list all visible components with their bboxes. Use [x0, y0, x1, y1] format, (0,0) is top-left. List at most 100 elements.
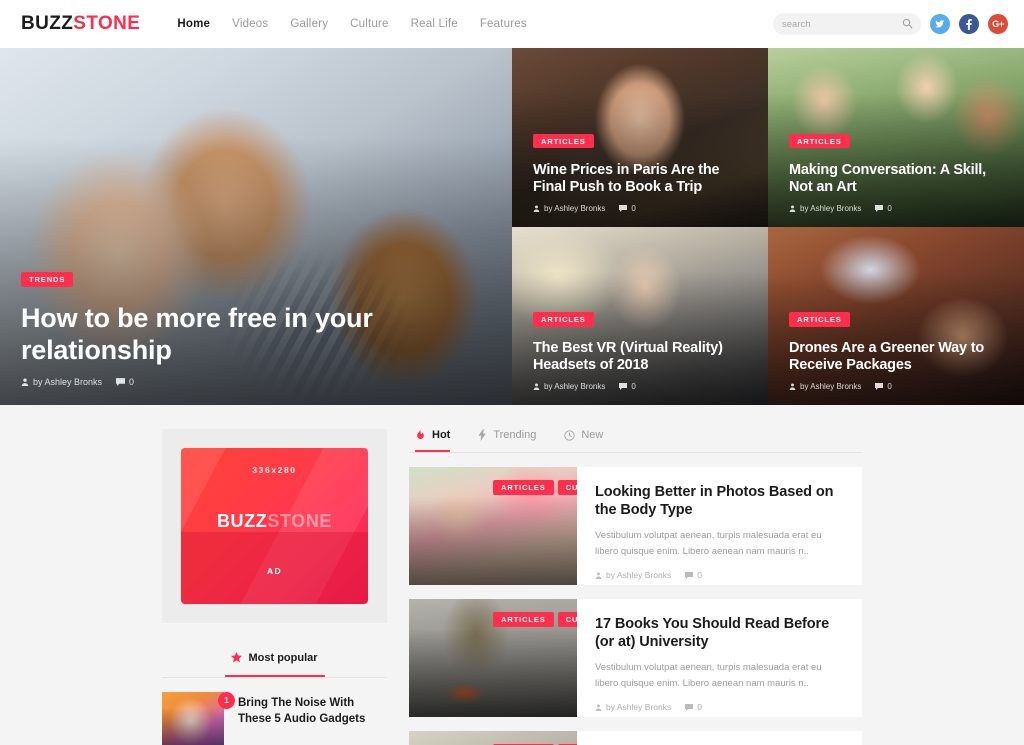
- most-popular-heading: Most popular: [162, 650, 387, 677]
- article-thumb-image: [409, 731, 577, 745]
- hero-card-wine[interactable]: ARTICLES Wine Prices in Paris Are the Fi…: [512, 48, 768, 227]
- tab-hot[interactable]: Hot: [415, 429, 451, 452]
- hero-card-meta: by Ashley Bronks 0: [533, 382, 750, 391]
- comment-count: 0: [129, 377, 135, 387]
- nav-item-culture[interactable]: Culture: [350, 18, 388, 30]
- nav-item-videos[interactable]: Videos: [232, 18, 268, 30]
- nav-item-real-life[interactable]: Real Life: [411, 18, 458, 30]
- article-card[interactable]: ARTICLES CULTURE: [409, 731, 862, 745]
- twitter-icon[interactable]: [930, 14, 950, 34]
- comment-count: 0: [887, 203, 892, 213]
- hero-card-title[interactable]: Wine Prices in Paris Are the Final Push …: [533, 162, 750, 196]
- ad-logo-part2: STONE: [267, 511, 333, 531]
- user-icon: [21, 378, 29, 386]
- googleplus-glyph: G+: [992, 19, 1004, 29]
- bolt-icon: [478, 429, 487, 441]
- tabs-divider: [409, 452, 862, 453]
- sidebar: 336x280 BUZZSTONE AD Most popular 1 Brin…: [162, 429, 387, 745]
- facebook-icon[interactable]: [959, 14, 979, 34]
- logo-part-tone: TONE: [86, 13, 141, 34]
- star-icon: [231, 652, 243, 663]
- user-icon: [533, 383, 540, 390]
- article-meta: by Ashley Bronks 0: [595, 702, 844, 712]
- nav-item-gallery[interactable]: Gallery: [290, 18, 328, 30]
- comment-count: 0: [631, 382, 636, 391]
- hero-featured-card[interactable]: TRENDS How to be more free in your relat…: [0, 48, 512, 405]
- hero-card-title[interactable]: Making Conversation: A Skill, Not an Art: [789, 162, 1006, 196]
- article-thumbnail: ARTICLES CULTURE: [409, 467, 577, 585]
- search-icon[interactable]: [902, 18, 913, 29]
- main-nav: Home Videos Gallery Culture Real Life Fe…: [177, 18, 526, 30]
- hero-card-badge[interactable]: ARTICLES: [533, 133, 594, 149]
- search-input[interactable]: [782, 18, 902, 30]
- author-meta: by Ashley Bronks: [533, 204, 605, 213]
- hero-card-body: ARTICLES The Best VR (Virtual Reality) H…: [533, 312, 750, 391]
- logo-part-s: S: [73, 13, 87, 34]
- comments-meta: 0: [116, 377, 134, 387]
- article-meta: by Ashley Bronks 0: [595, 570, 844, 580]
- ad-tag-label: AD: [266, 566, 283, 576]
- author-meta: by Ashley Bronks: [595, 702, 671, 712]
- tab-new[interactable]: New: [564, 429, 603, 452]
- user-icon: [789, 204, 796, 212]
- user-icon: [595, 571, 602, 579]
- comment-icon: [116, 378, 126, 386]
- googleplus-icon[interactable]: G+: [988, 14, 1008, 34]
- hero-card-title[interactable]: Drones Are a Greener Way to Receive Pack…: [789, 340, 1006, 374]
- article-badges: ARTICLES CULTURE: [493, 612, 577, 627]
- hero-grid: ARTICLES Wine Prices in Paris Are the Fi…: [512, 48, 1024, 405]
- article-card[interactable]: ARTICLES CULTURE Looking Better in Photo…: [409, 467, 862, 585]
- site-logo[interactable]: BUZZSTONE: [21, 13, 140, 35]
- comment-icon: [875, 204, 884, 212]
- feed-tabs: Hot Trending New: [409, 429, 862, 452]
- author-meta: by Ashley Bronks: [21, 377, 102, 387]
- article-excerpt: Vestibulum volutpat aenean, turpis males…: [595, 530, 822, 557]
- comment-icon: [619, 383, 628, 390]
- hero-card-body: ARTICLES Drones Are a Greener Way to Rec…: [789, 312, 1006, 391]
- article-title[interactable]: Looking Better in Photos Based on the Bo…: [595, 483, 844, 519]
- author-name: by Ashley Bronks: [606, 702, 672, 712]
- comment-count: 0: [697, 570, 702, 580]
- article-title[interactable]: 17 Books You Should Read Before (or at) …: [595, 615, 844, 651]
- popular-list-item[interactable]: 1 Bring The Noise With These 5 Audio Gad…: [162, 678, 387, 745]
- author-meta: by Ashley Bronks: [595, 570, 671, 580]
- author-name: by Ashley Bronks: [33, 377, 103, 387]
- hero-card-vr[interactable]: ARTICLES The Best VR (Virtual Reality) H…: [512, 226, 768, 405]
- article-badge-culture[interactable]: CULTURE: [557, 480, 577, 495]
- comments-meta: 0: [619, 203, 636, 213]
- hero-card-conversation[interactable]: ARTICLES Making Conversation: A Skill, N…: [768, 48, 1024, 227]
- article-badge-articles[interactable]: ARTICLES: [493, 480, 554, 495]
- hero-card-badge[interactable]: ARTICLES: [789, 133, 850, 149]
- tab-trending[interactable]: Trending: [478, 429, 536, 452]
- hero-featured-title[interactable]: How to be more free in your relationship: [21, 303, 472, 366]
- clock-icon: [564, 429, 576, 441]
- content-area: 336x280 BUZZSTONE AD Most popular 1 Brin…: [0, 405, 1024, 745]
- search-box[interactable]: [773, 13, 921, 35]
- article-card[interactable]: ARTICLES CULTURE 17 Books You Should Rea…: [409, 599, 862, 717]
- article-badge-culture[interactable]: CULTURE: [557, 612, 577, 627]
- comments-meta: 0: [875, 203, 892, 213]
- content-wrap: 336x280 BUZZSTONE AD Most popular 1 Brin…: [162, 429, 862, 745]
- article-body: Looking Better in Photos Based on the Bo…: [577, 467, 862, 585]
- ad-size-label: 336x280: [252, 465, 297, 475]
- hero-card-meta: by Ashley Bronks 0: [789, 382, 1006, 391]
- article-badge-articles[interactable]: ARTICLES: [493, 612, 554, 627]
- hero-featured-badge[interactable]: TRENDS: [21, 272, 74, 287]
- hero-card-badge[interactable]: ARTICLES: [533, 312, 594, 327]
- flame-icon: [417, 429, 424, 439]
- popular-item-title[interactable]: Bring The Noise With These 5 Audio Gadge…: [238, 696, 387, 727]
- ad-banner[interactable]: 336x280 BUZZSTONE AD: [181, 448, 368, 604]
- nav-item-features[interactable]: Features: [480, 18, 527, 30]
- hero-card-drones[interactable]: ARTICLES Drones Are a Greener Way to Rec…: [768, 226, 1024, 405]
- comment-count: 0: [631, 203, 636, 213]
- hero-card-badge[interactable]: ARTICLES: [789, 312, 850, 327]
- user-icon: [789, 383, 796, 390]
- hero-card-title[interactable]: The Best VR (Virtual Reality) Headsets o…: [533, 340, 750, 374]
- comment-icon: [685, 703, 694, 711]
- comments-meta: 0: [685, 702, 702, 712]
- ad-logo-part1: BUZZ: [216, 511, 268, 531]
- nav-item-home[interactable]: Home: [177, 18, 210, 30]
- author-name: by Ashley Bronks: [544, 382, 606, 391]
- logo-part-buzz: BUZZ: [21, 13, 74, 34]
- popular-thumb-image: [162, 692, 224, 745]
